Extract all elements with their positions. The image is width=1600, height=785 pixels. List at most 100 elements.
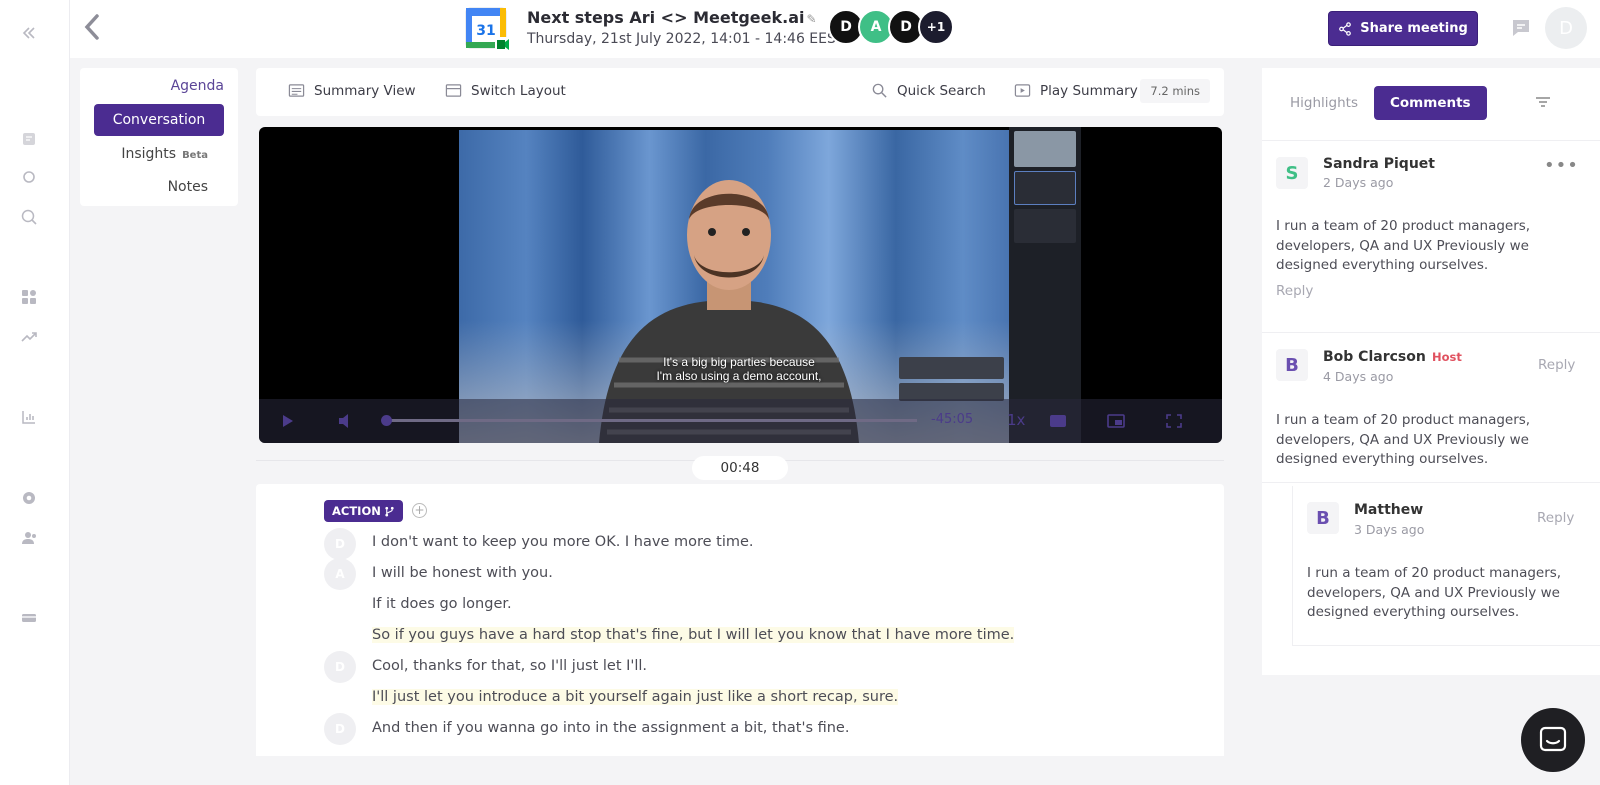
user-avatar[interactable]: D [1545, 7, 1587, 49]
search-icon [872, 83, 887, 98]
team-icon[interactable] [18, 527, 40, 549]
action-tag[interactable]: ACTION [324, 500, 403, 522]
collapse-icon[interactable] [18, 22, 40, 44]
play-summary-button[interactable]: Play Summary [1014, 82, 1138, 99]
search-icon[interactable] [18, 166, 40, 188]
comments-panel: Highlights Comments S Sandra Piquet 2 Da… [1262, 68, 1600, 675]
commenter-name: Matthew [1354, 502, 1424, 518]
video-controls: -45:05 1x [259, 399, 1222, 443]
commenter-avatar: B [1307, 502, 1339, 534]
transcript-line[interactable]: If it does go longer. [372, 596, 512, 612]
action-tag-label: ACTION [332, 504, 381, 518]
reply-button[interactable]: Reply [1538, 357, 1575, 373]
settings-icon[interactable] [18, 487, 40, 509]
tab-conversation[interactable]: Conversation [94, 104, 224, 136]
comment-time: 3 Days ago [1354, 522, 1425, 537]
back-arrow-icon[interactable] [80, 12, 104, 42]
comment-time: 2 Days ago [1323, 175, 1394, 190]
seek-bar[interactable] [387, 419, 917, 422]
speaker-avatar: D [324, 651, 356, 683]
speaker-avatar: D [324, 528, 356, 560]
meeting-header: 31 Next steps Ari <> Meetgeek.ai ✎ Thursd… [70, 0, 1600, 58]
quick-search-button[interactable]: Quick Search [871, 82, 986, 99]
meeting-date: Thursday, 21st July 2022, 14:01 - 14:46 … [527, 31, 845, 47]
support-chat-button[interactable] [1521, 708, 1585, 772]
transcript-toolbar: Summary View Switch Layout Quick Search … [256, 68, 1224, 116]
subtitle-line-2: I'm also using a demo account, [656, 369, 822, 383]
chat-bubble-icon[interactable] [1510, 17, 1532, 39]
subtitle-line-1: It's a big big parties because [663, 355, 815, 369]
picture-in-picture-icon[interactable] [1107, 413, 1125, 429]
chat-icon [1539, 726, 1567, 752]
commenter-name: Sandra Piquet [1323, 156, 1435, 172]
globe-search-icon[interactable] [18, 206, 40, 228]
comment-card: S Sandra Piquet 2 Days ago ••• I run a t… [1262, 140, 1600, 333]
seek-handle[interactable] [381, 415, 392, 426]
comment-text: I run a team of 20 product managers, dev… [1276, 218, 1531, 273]
reply-button[interactable]: Reply [1276, 283, 1313, 299]
play-icon[interactable] [279, 413, 297, 429]
transcript-line[interactable]: I don't want to keep you more OK. I have… [372, 534, 754, 550]
tab-notes[interactable]: Notes [168, 179, 208, 195]
tab-comments[interactable]: Comments [1374, 86, 1487, 120]
dashboard-icon[interactable] [18, 286, 40, 308]
tab-insights[interactable]: Insights Beta [121, 146, 208, 162]
speaker-avatar: A [324, 558, 356, 590]
transcript-line[interactable]: Cool, thanks for that, so I'll just let … [372, 658, 647, 674]
comment-time: 4 Days ago [1323, 369, 1394, 384]
filter-icon[interactable] [1534, 94, 1552, 110]
summary-duration: 7.2 mins [1140, 79, 1210, 103]
shuffle-icon[interactable] [18, 326, 40, 348]
host-badge: Host [1432, 350, 1462, 364]
play-summary-icon [1014, 84, 1031, 97]
playback-speed-button[interactable]: 1x [1007, 411, 1025, 429]
play-summary-label: Play Summary [1040, 82, 1138, 99]
analytics-icon[interactable] [18, 406, 40, 428]
video-subtitles: It's a big big parties because I'm also … [649, 355, 829, 383]
summary-view-label: Summary View [314, 82, 416, 99]
commenter-avatar: B [1276, 349, 1308, 381]
transcript-line[interactable]: So if you guys have a hard stop that's f… [372, 627, 1015, 643]
more-options-icon[interactable]: ••• [1544, 155, 1579, 176]
summary-view-button[interactable]: Summary View [288, 82, 416, 99]
quick-search-label: Quick Search [897, 82, 986, 99]
tab-insights-label: Insights [121, 146, 177, 162]
participants-strip [1009, 127, 1081, 443]
transcript-line[interactable]: I will be honest with you. [372, 565, 553, 581]
tab-highlights[interactable]: Highlights [1290, 86, 1358, 120]
highlighted-text: So if you guys have a hard stop that's f… [372, 627, 1015, 643]
transcript-line[interactable]: And then if you wanna go into in the ass… [372, 720, 849, 736]
share-icon [1339, 21, 1352, 36]
comment-card: B Bob Clarcson Host 4 Days ago Reply I r… [1262, 333, 1600, 483]
notes-icon[interactable] [18, 128, 40, 150]
comment-text: I run a team of 20 product managers, dev… [1276, 412, 1531, 467]
time-remaining: -45:05 [931, 412, 974, 427]
transcript-panel: ACTION + D I don't want to keep you more… [256, 484, 1224, 756]
billing-icon[interactable] [18, 607, 40, 629]
current-time: 00:48 [692, 456, 788, 480]
view-tabs: Agenda Conversation Insights Beta Notes [80, 68, 238, 206]
reply-comment-card: B Matthew 3 Days ago Reply I run a team … [1292, 486, 1600, 646]
captions-icon[interactable] [1049, 413, 1067, 429]
more-participants-badge[interactable]: +1 [918, 9, 954, 45]
fullscreen-icon[interactable] [1165, 413, 1183, 429]
switch-layout-icon [445, 84, 462, 97]
edit-pencil-icon[interactable]: ✎ [807, 12, 817, 26]
switch-layout-button[interactable]: Switch Layout [445, 82, 566, 99]
transcript-line[interactable]: I'll just let you introduce a bit yourse… [372, 689, 899, 705]
speaker-avatar: D [324, 713, 356, 745]
summary-view-icon [288, 84, 305, 97]
meeting-title[interactable]: Next steps Ari <> Meetgeek.ai ✎ [527, 8, 817, 27]
volume-icon[interactable] [337, 413, 355, 429]
reply-button[interactable]: Reply [1537, 510, 1574, 526]
tab-agenda[interactable]: Agenda [171, 78, 224, 94]
share-meeting-button[interactable]: Share meeting [1328, 11, 1478, 46]
video-player[interactable]: It's a big big parties because I'm also … [259, 127, 1222, 443]
add-tag-icon[interactable]: + [412, 503, 427, 518]
comment-text: I run a team of 20 product managers, dev… [1307, 565, 1562, 620]
commenter-avatar: S [1276, 157, 1308, 189]
highlighted-text: I'll just let you introduce a bit yourse… [372, 689, 899, 705]
share-meeting-label: Share meeting [1360, 21, 1468, 36]
left-rail [0, 0, 70, 785]
commenter-name: Bob Clarcson [1323, 349, 1426, 365]
